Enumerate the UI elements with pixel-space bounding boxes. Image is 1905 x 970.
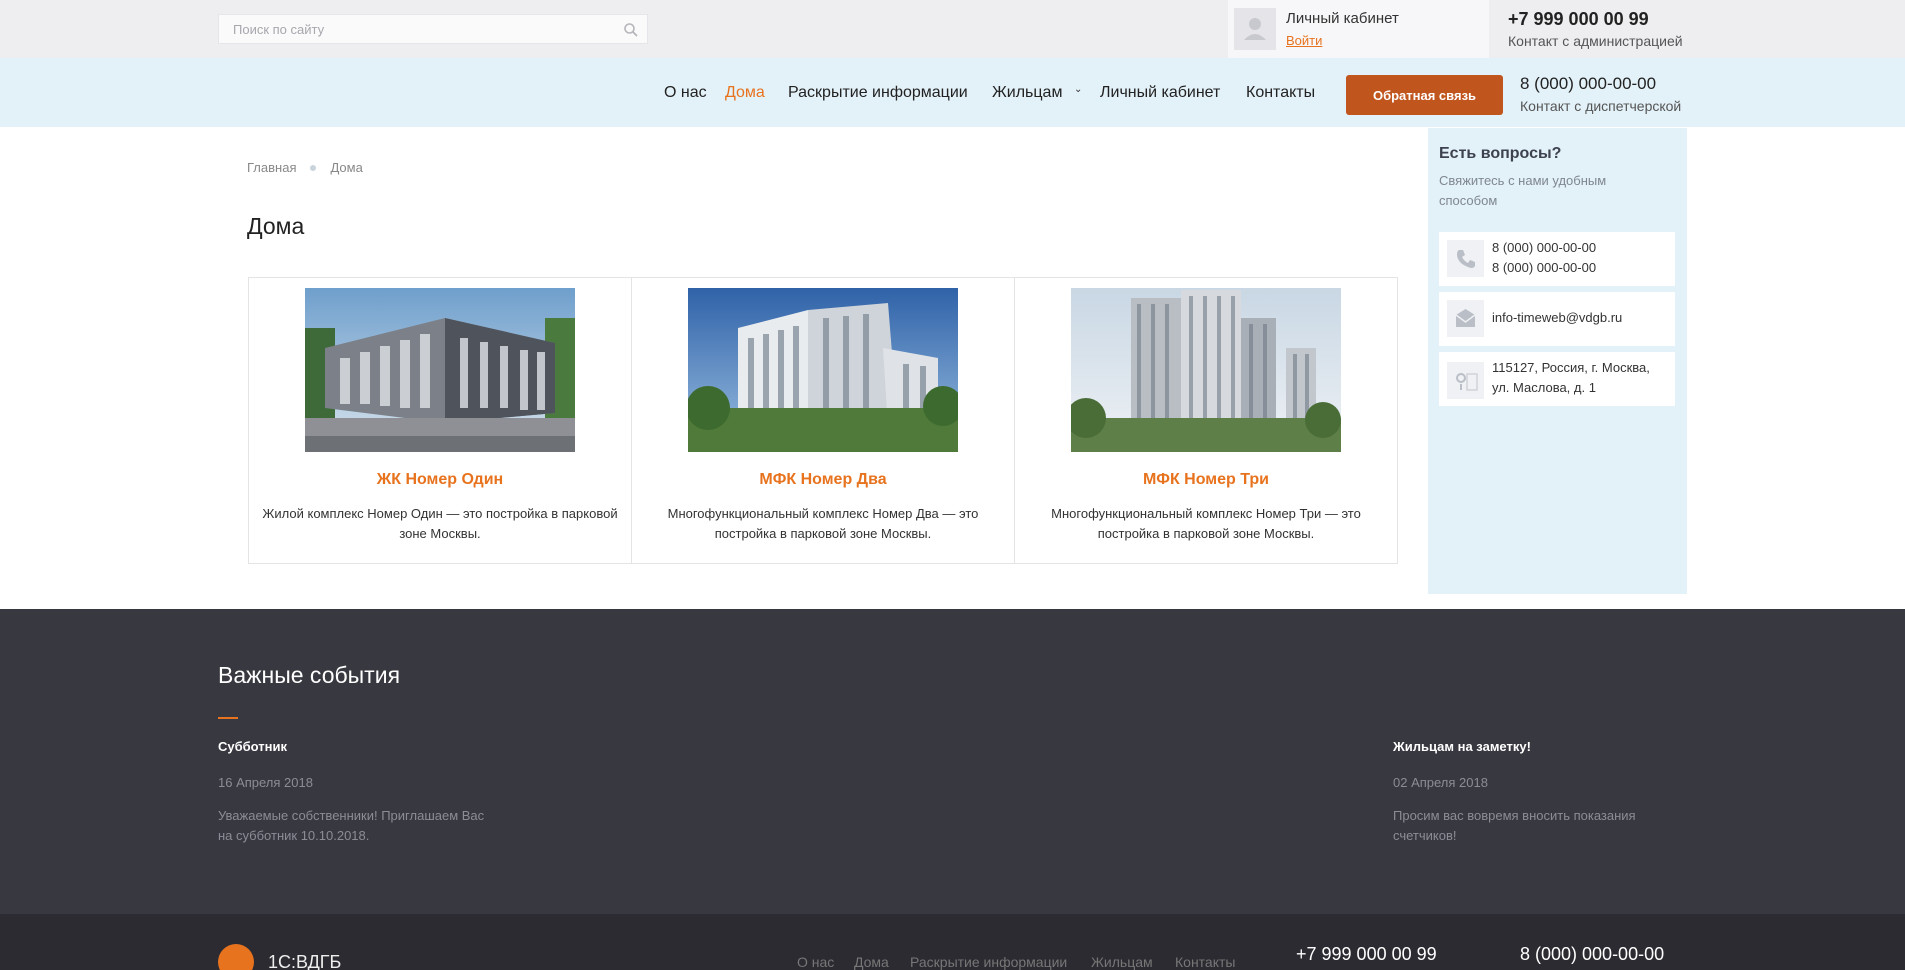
admin-phone[interactable]: +7 999 000 00 99: [1508, 9, 1649, 30]
house-title[interactable]: МФК Номер Два: [632, 471, 1014, 489]
house-title[interactable]: МФК Номер Три: [1015, 471, 1397, 489]
mail-icon: [1447, 300, 1484, 337]
breadcrumb-home[interactable]: Главная: [247, 160, 296, 175]
top-bar: Личный кабинет Войти +7 999 000 00 99 Ко…: [0, 0, 1905, 58]
contact-sidebar: Есть вопросы? Свяжитесь с нами удобным с…: [1428, 128, 1687, 594]
chevron-down-icon[interactable]: ⌄: [1074, 84, 1082, 95]
event-name[interactable]: Субботник: [218, 739, 488, 754]
sidebar-heading: Есть вопросы?: [1439, 145, 1562, 162]
sidebar-address-line2: ул. Маслова, д. 1: [1492, 380, 1596, 395]
cabinet-label: Личный кабинет: [1286, 10, 1399, 27]
house-card[interactable]: ЖК Номер Один Жилой комплекс Номер Один …: [249, 278, 632, 563]
breadcrumb: Главная Дома: [247, 160, 363, 175]
logo-icon[interactable]: [218, 944, 254, 970]
event-date: 16 Апреля 2018: [218, 775, 313, 790]
house-photo[interactable]: [1071, 288, 1341, 452]
search-input[interactable]: [219, 15, 647, 43]
event-text: Уважаемые собственники! Приглашаем Вас н…: [218, 808, 485, 843]
sidebar-phone-1[interactable]: 8 (000) 000-00-00: [1492, 238, 1596, 258]
footer-link-houses[interactable]: Дома: [854, 954, 889, 970]
sidebar-email-link[interactable]: info-timeweb@vdgb.ru: [1492, 308, 1622, 328]
nav-item-cabinet[interactable]: Личный кабинет: [1100, 84, 1220, 102]
nav-item-about[interactable]: О нас: [664, 84, 707, 102]
house-description: Многофункциональный комплекс Номер Три —…: [1051, 506, 1361, 541]
dispatch-phone-caption: Контакт с диспетчерской: [1520, 98, 1682, 114]
footer-phone-2[interactable]: 8 (000) 000-00-00: [1520, 944, 1664, 965]
house-description: Жилой комплекс Номер Один — это постройк…: [262, 506, 618, 541]
footer-link-disclosure[interactable]: Раскрытие информации: [910, 954, 1067, 970]
search-box[interactable]: [218, 14, 648, 44]
sidebar-email: info-timeweb@vdgb.ru: [1439, 292, 1675, 346]
user-cabinet-block: Личный кабинет Войти: [1228, 0, 1489, 58]
event-item[interactable]: Жильцам на заметку! 02 Апреля 2018 Проси…: [1393, 739, 1663, 846]
nav-item-contacts[interactable]: Контакты: [1246, 84, 1315, 102]
event-text: Просим вас вовремя вносить показания сче…: [1393, 808, 1636, 843]
breadcrumb-separator: [310, 165, 317, 171]
footer: 1С:ВДГБ О нас Дома Раскрытие информации …: [0, 914, 1905, 970]
nav-item-houses[interactable]: Дома: [725, 84, 765, 102]
event-name[interactable]: Жильцам на заметку!: [1393, 739, 1663, 754]
house-card[interactable]: МФК Номер Два Многофункциональный компле…: [632, 278, 1015, 563]
dispatch-phone[interactable]: 8 (000) 000-00-00: [1520, 74, 1656, 94]
search-icon[interactable]: [623, 22, 639, 38]
user-icon: [1244, 18, 1266, 40]
location-icon: [1447, 362, 1484, 399]
breadcrumb-current: Дома: [330, 160, 363, 175]
avatar: [1234, 8, 1276, 50]
events-section: Важные события Субботник 16 Апреля 2018 …: [0, 609, 1905, 914]
house-description: Многофункциональный комплекс Номер Два —…: [667, 506, 979, 541]
footer-link-residents[interactable]: Жильцам: [1091, 954, 1153, 970]
sidebar-phone-2[interactable]: 8 (000) 000-00-00: [1492, 258, 1596, 278]
login-link[interactable]: Войти: [1286, 33, 1322, 48]
sidebar-address-line1: 115127, Россия, г. Москва,: [1492, 360, 1650, 375]
nav-item-residents[interactable]: Жильцам: [992, 84, 1062, 102]
footer-link-contacts[interactable]: Контакты: [1175, 954, 1235, 970]
events-title: Важные события: [218, 662, 401, 688]
callback-button[interactable]: Обратная связь: [1346, 75, 1503, 115]
admin-phone-caption: Контакт с администрацией: [1508, 33, 1683, 49]
main-nav: О нас Дома Раскрытие информации Жильцам …: [0, 58, 1905, 127]
event-item[interactable]: Субботник 16 Апреля 2018 Уважаемые собст…: [218, 739, 488, 846]
house-title[interactable]: ЖК Номер Один: [249, 471, 631, 489]
phone-icon: [1447, 240, 1484, 277]
title-underline: [218, 717, 238, 719]
house-photo[interactable]: [305, 288, 575, 452]
footer-phone-1[interactable]: +7 999 000 00 99: [1296, 944, 1437, 965]
house-card[interactable]: МФК Номер Три Многофункциональный компле…: [1015, 278, 1397, 563]
house-photo[interactable]: [688, 288, 958, 452]
sidebar-address: 115127, Россия, г. Москва, ул. Маслова, …: [1439, 352, 1675, 406]
houses-grid: ЖК Номер Один Жилой комплекс Номер Один …: [248, 277, 1398, 564]
nav-item-disclosure[interactable]: Раскрытие информации: [788, 84, 968, 102]
sidebar-phones: 8 (000) 000-00-00 8 (000) 000-00-00: [1439, 232, 1675, 286]
footer-link-about[interactable]: О нас: [797, 954, 834, 970]
sidebar-subtitle: Свяжитесь с нами удобным способом: [1439, 173, 1607, 208]
footer-brand[interactable]: 1С:ВДГБ: [268, 952, 341, 970]
event-date: 02 Апреля 2018: [1393, 775, 1488, 790]
page-title: Дома: [247, 213, 305, 239]
